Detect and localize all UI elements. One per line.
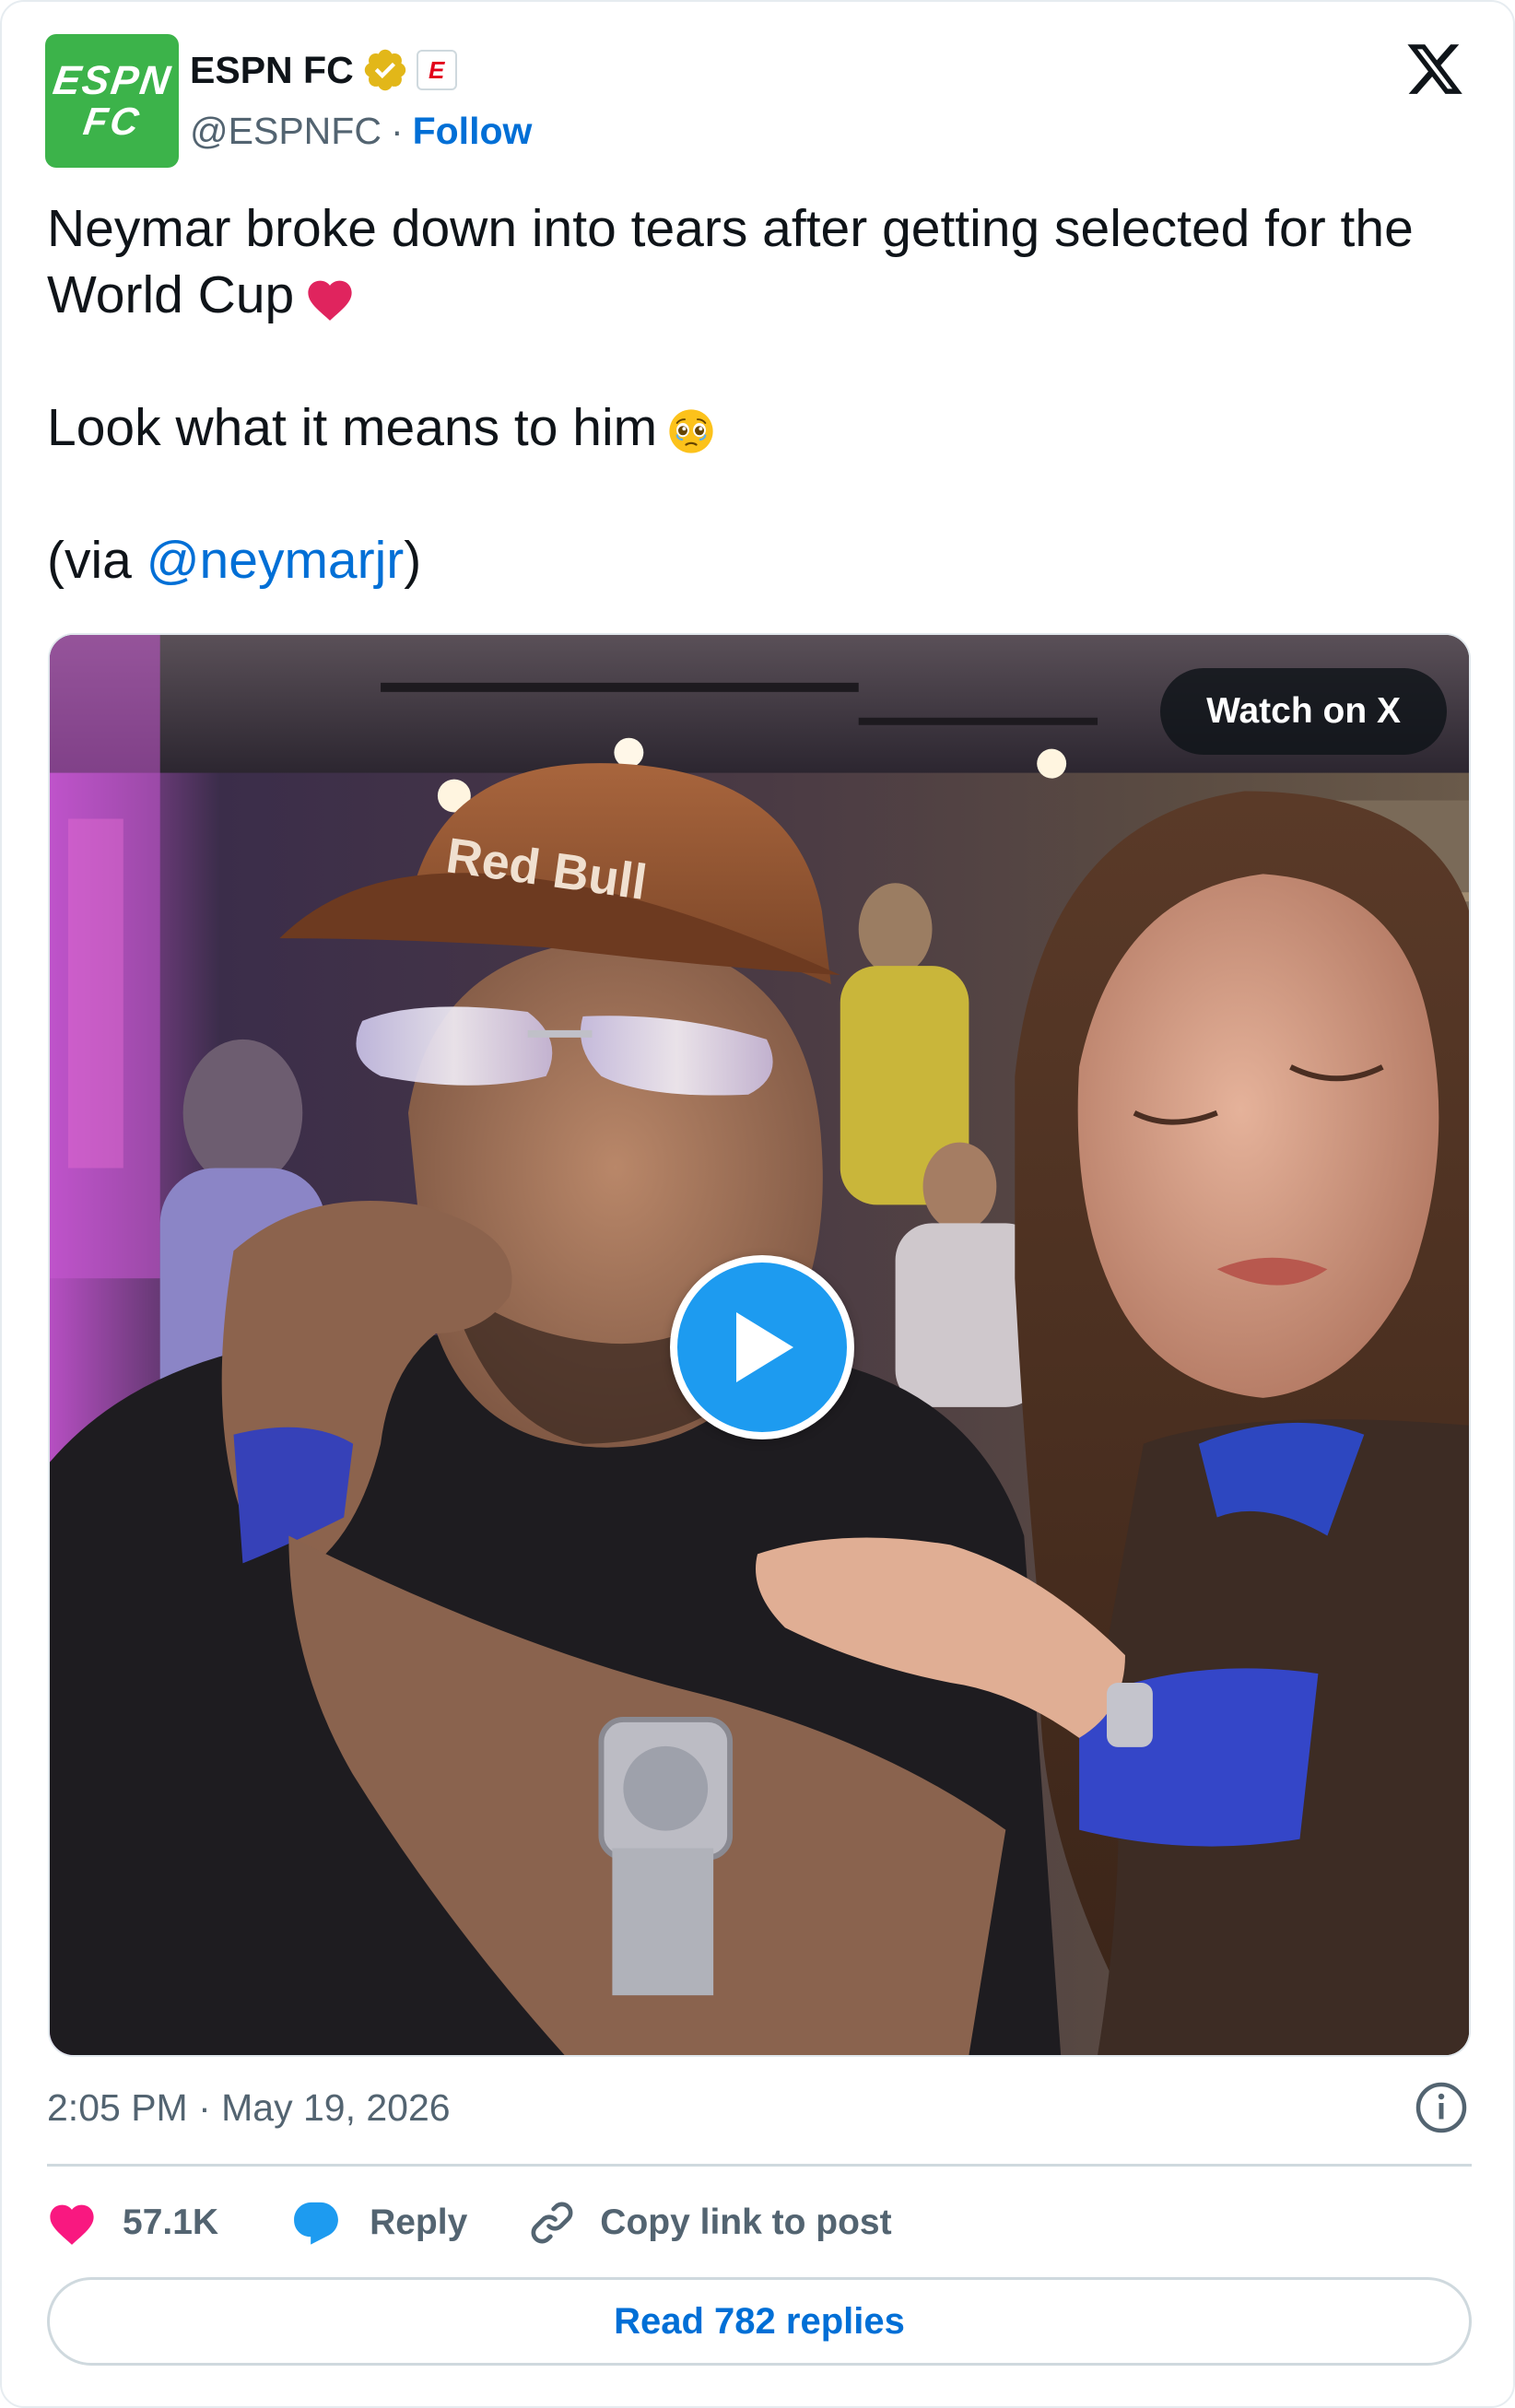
like-count: 57.1K bbox=[123, 2202, 219, 2242]
name-row: ESPN FC E bbox=[190, 42, 457, 98]
via-suffix: ) bbox=[404, 531, 422, 590]
reply-bubble-icon bbox=[294, 2202, 338, 2245]
watch-on-x-button[interactable]: Watch on X bbox=[1160, 668, 1447, 755]
tweet-line-2-text: Look what it means to him bbox=[47, 398, 658, 457]
action-bar: 57.1K Reply Copy link to post bbox=[47, 2191, 892, 2255]
copy-link-button[interactable]: Copy link to post bbox=[526, 2197, 892, 2249]
link-icon bbox=[531, 2202, 573, 2244]
x-logo-icon[interactable] bbox=[1404, 39, 1465, 100]
handle-row: @ESPNFC · Follow bbox=[190, 103, 532, 159]
avatar-espn-text: ESPN bbox=[50, 57, 174, 103]
affiliate-badge[interactable]: E bbox=[416, 50, 457, 90]
play-button[interactable] bbox=[670, 1255, 854, 1439]
divider bbox=[47, 2164, 1472, 2167]
play-icon bbox=[736, 1312, 793, 1382]
verified-badge-icon bbox=[364, 49, 405, 91]
tweet-line-2: Look what it means to him bbox=[47, 394, 1466, 461]
handle-separator: · bbox=[390, 109, 404, 152]
video-media[interactable]: Red Bull Watch on X bbox=[48, 633, 1471, 2057]
info-icon[interactable] bbox=[1414, 2080, 1469, 2135]
copy-link-label: Copy link to post bbox=[600, 2202, 892, 2242]
tweet-line-1-text: Neymar broke down into tears after getti… bbox=[47, 199, 1414, 324]
mention-link[interactable]: @neymarjr bbox=[147, 531, 405, 590]
handle[interactable]: @ESPNFC bbox=[190, 110, 382, 153]
tweet-line-3: (via @neymarjr) bbox=[47, 527, 1466, 593]
like-button[interactable]: 57.1K bbox=[47, 2200, 218, 2246]
timestamp[interactable]: 2:05 PM · May 19, 2026 bbox=[47, 2080, 451, 2135]
pleading-face-emoji-icon bbox=[669, 409, 713, 453]
tweet-card: ESPN FC ESPN FC E @ESPNFC · Follow Neyma… bbox=[0, 0, 1515, 2408]
tweet-line-1: Neymar broke down into tears after getti… bbox=[47, 195, 1466, 328]
heart-icon bbox=[50, 2204, 94, 2245]
reply-button[interactable]: Reply bbox=[290, 2197, 467, 2249]
tweet-text: Neymar broke down into tears after getti… bbox=[47, 195, 1466, 593]
follow-button[interactable]: Follow bbox=[413, 110, 533, 153]
avatar[interactable]: ESPN FC bbox=[45, 34, 179, 168]
display-name[interactable]: ESPN FC bbox=[190, 42, 354, 98]
via-prefix: (via bbox=[47, 531, 147, 590]
read-replies-button[interactable]: Read 782 replies bbox=[47, 2277, 1472, 2366]
avatar-fc-text: FC bbox=[80, 99, 144, 143]
affiliate-badge-letter: E bbox=[429, 56, 445, 84]
reply-label: Reply bbox=[370, 2202, 468, 2242]
red-heart-emoji-icon bbox=[308, 280, 352, 321]
